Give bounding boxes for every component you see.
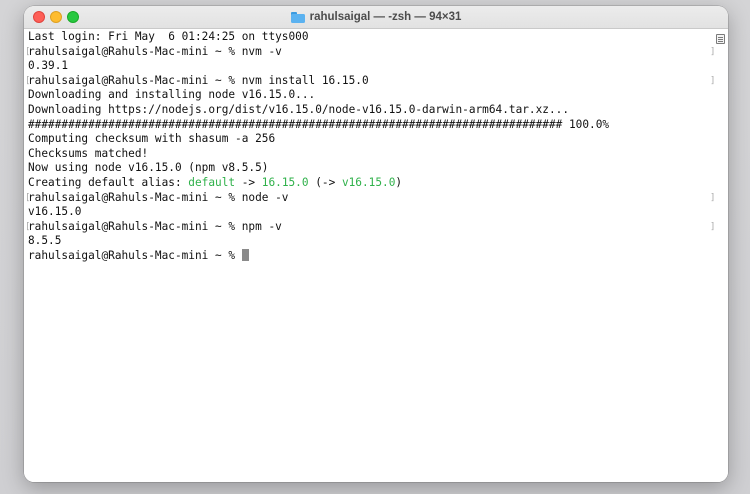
line-bracket-mark: ] xyxy=(710,46,716,57)
alias-version: 16.15.0 xyxy=(261,175,309,189)
terminal-window[interactable]: rahulsaigal — -zsh — 94×31 [ ] [ ] [ ] [… xyxy=(24,6,728,482)
alias-prefix: Creating default alias: xyxy=(28,175,189,189)
window-title: rahulsaigal — -zsh — 94×31 xyxy=(309,11,462,23)
line-bracket-mark: ] xyxy=(710,221,716,232)
terminal-line: Downloading and installing node v16.15.0… xyxy=(28,88,316,102)
terminal-line: v16.15.0 xyxy=(28,205,82,219)
terminal-line: Computing checksum with shasum -a 256 xyxy=(28,132,276,146)
current-prompt: rahulsaigal@Rahuls-Mac-mini ~ % xyxy=(28,248,242,262)
terminal-line: Now using node v16.15.0 (npm v8.5.5) xyxy=(28,161,269,175)
alias-arrow: -> xyxy=(235,175,262,189)
title-bar[interactable]: rahulsaigal — -zsh — 94×31 xyxy=(24,6,728,29)
text-cursor xyxy=(241,248,249,261)
folder-icon xyxy=(290,11,305,23)
terminal-line: rahulsaigal@Rahuls-Mac-mini ~ % node -v xyxy=(28,190,289,204)
alias-line: Creating default alias: default -> 16.15… xyxy=(28,176,609,191)
terminal-lines: Last login: Fri May 6 01:24:25 on ttys00… xyxy=(28,30,609,264)
terminal-line: Downloading https://nodejs.org/dist/v16.… xyxy=(28,102,569,116)
terminal-line: 8.5.5 xyxy=(28,234,62,248)
terminal-line: 0.39.1 xyxy=(28,59,69,73)
line-bracket-mark: ] xyxy=(710,75,716,86)
alias-paren-close: ) xyxy=(395,175,403,189)
terminal-line: ########################################… xyxy=(28,117,610,131)
alias-paren-open: (-> xyxy=(308,175,342,189)
terminal-line: Last login: Fri May 6 01:24:25 on ttys00… xyxy=(28,30,309,43)
terminal-output-area[interactable]: [ ] [ ] [ ] [ ] Last login: Fri May 6 01… xyxy=(24,29,728,482)
scrollback-icon[interactable] xyxy=(716,34,725,44)
prompt-line[interactable]: rahulsaigal@Rahuls-Mac-mini ~ % xyxy=(28,248,609,264)
alias-name: default xyxy=(188,175,236,189)
alias-resolved: v16.15.0 xyxy=(341,175,396,189)
terminal-line: Checksums matched! xyxy=(28,146,149,160)
line-bracket-mark: ] xyxy=(710,192,716,203)
terminal-line: rahulsaigal@Rahuls-Mac-mini ~ % nvm -v xyxy=(28,44,282,58)
window-title-group: rahulsaigal — -zsh — 94×31 xyxy=(24,6,728,28)
terminal-line: rahulsaigal@Rahuls-Mac-mini ~ % npm -v xyxy=(28,219,282,233)
terminal-line: rahulsaigal@Rahuls-Mac-mini ~ % nvm inst… xyxy=(28,73,369,87)
